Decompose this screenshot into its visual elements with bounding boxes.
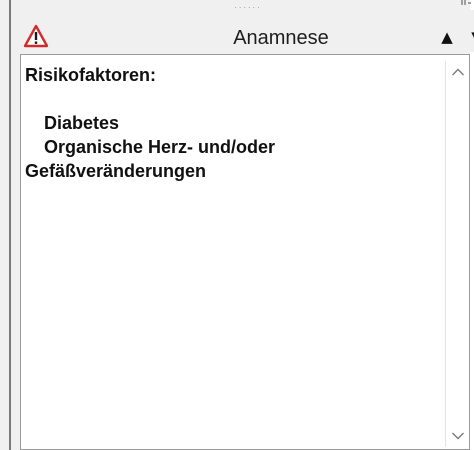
triangle-up-icon[interactable]: ▲ — [439, 26, 455, 46]
anamnese-textbox[interactable]: Risikofaktoren: Diabetes Organische Herz… — [20, 54, 470, 450]
clipped-corner-glyph-icon — [459, 0, 474, 10]
risk-factors-heading: Risikofaktoren: — [25, 65, 157, 85]
vertical-scrollbar[interactable] — [445, 61, 469, 447]
triangle-down-icon[interactable]: ▼ — [469, 26, 474, 46]
section-header: Anamnese ▲ ▼ — [11, 10, 474, 52]
anamnese-text: Risikofaktoren: Diabetes Organische Herz… — [25, 63, 441, 183]
chevron-down-icon[interactable] — [446, 425, 469, 447]
risk-factor-item: Diabetes — [44, 113, 120, 133]
chevron-up-icon[interactable] — [446, 61, 469, 83]
resize-grip[interactable]: ...... — [218, 2, 278, 10]
window-frame-right — [470, 0, 474, 450]
window-frame-left — [9, 0, 11, 450]
risk-factor-item-continuation: Gefäßveränderungen — [25, 161, 207, 181]
risk-factor-item: Organische Herz- und/oder — [44, 137, 276, 157]
section-title: Anamnese — [233, 27, 329, 49]
warning-triangle-icon — [23, 24, 49, 48]
